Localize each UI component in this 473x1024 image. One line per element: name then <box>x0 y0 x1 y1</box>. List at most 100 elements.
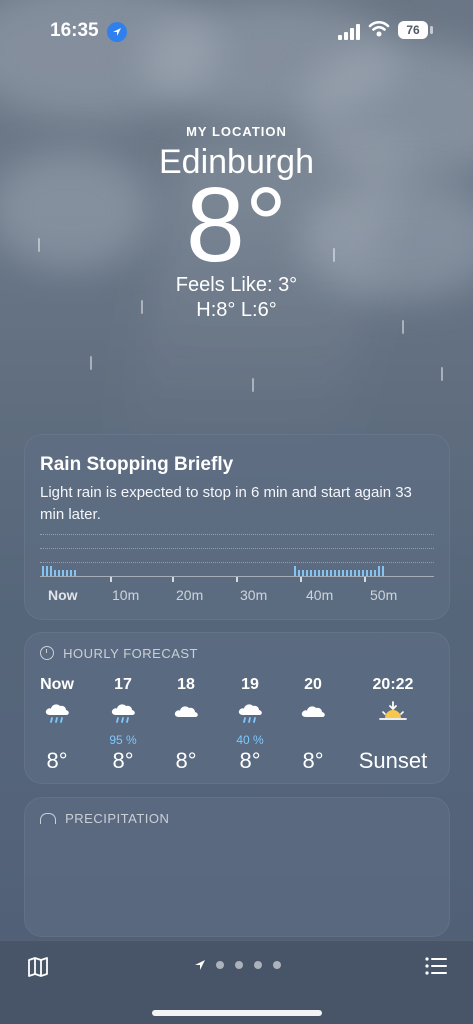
cloud-rain-graphic <box>45 704 69 723</box>
rain-bar <box>314 570 316 576</box>
chart-x-label: 20m <box>176 587 204 603</box>
sunset-graphic <box>379 701 407 720</box>
hourly-forecast-card[interactable]: HOURLY FORECAST Now 8° 17 95 % 8° 18 8° … <box>24 632 450 784</box>
chart-x-label: 10m <box>112 587 140 603</box>
wifi-icon <box>368 20 390 37</box>
rain-bar <box>310 570 312 576</box>
rain-bar <box>342 570 344 576</box>
rain-bar <box>298 570 300 576</box>
chart-grid-line <box>40 562 434 563</box>
location-label: MY LOCATION <box>186 124 287 139</box>
hourly-temperature: 8° <box>302 748 324 773</box>
precip-probability <box>158 734 214 746</box>
rain-bar <box>362 570 364 576</box>
hourly-time: 17 <box>114 676 132 693</box>
battery-indicator: 76 <box>398 21 428 39</box>
rain-bar <box>302 570 304 576</box>
precipitation-heading: PRECIPITATION <box>40 811 169 826</box>
cloud-graphic <box>174 706 198 717</box>
map-icon[interactable] <box>26 955 50 979</box>
rain-bar <box>306 570 308 576</box>
rain-bar <box>378 566 380 576</box>
precipitation-card[interactable]: PRECIPITATION <box>24 797 450 937</box>
hourly-forecast-heading: HOURLY FORECAST <box>40 646 198 661</box>
page-dot <box>254 961 262 969</box>
location-arrow-glyph <box>113 28 121 36</box>
high-low-temperature: H:8° L:6° <box>196 299 277 321</box>
precip-probability: 40 % <box>236 733 264 747</box>
rain-bar <box>54 570 56 576</box>
hourly-item: 18 8° <box>158 676 214 774</box>
list-icon[interactable] <box>424 955 448 977</box>
rain-bar <box>354 570 356 576</box>
precipitation-heading-text: PRECIPITATION <box>65 811 170 826</box>
chart-x-label: 30m <box>240 587 268 603</box>
hourly-time: 18 <box>177 676 195 693</box>
battery-tip <box>430 26 433 34</box>
rain-bar <box>382 566 384 576</box>
location-arrow-icon <box>107 22 127 42</box>
hourly-time: 20 <box>304 676 322 693</box>
page-dot <box>235 961 243 969</box>
rain-bar <box>330 570 332 576</box>
chart-tick <box>364 577 366 582</box>
clock-icon <box>40 646 54 660</box>
rain-drop <box>90 356 92 370</box>
feels-like: Feels Like: 3° <box>175 274 298 296</box>
hourly-heading-text: HOURLY FORECAST <box>63 646 198 661</box>
rain-bar <box>358 570 360 576</box>
rain-bar <box>46 566 48 576</box>
status-bar: 16:35 76 <box>0 0 473 60</box>
sunset-label: Sunset <box>358 748 428 773</box>
hourly-time: Now <box>40 676 74 693</box>
cloud-icon <box>285 700 341 734</box>
hourly-item: 19 40 % 8° <box>222 676 278 774</box>
precip-probability: 95 % <box>109 733 137 747</box>
rain-bar <box>66 570 68 576</box>
chart-tick <box>236 577 238 582</box>
rain-bar <box>70 570 72 576</box>
rain-forecast-card[interactable]: Rain Stopping Briefly Light rain is expe… <box>24 434 450 620</box>
sunset-icon <box>356 700 430 734</box>
rain-bar <box>42 566 44 576</box>
current-temperature: 8° <box>185 166 288 284</box>
precip-probability <box>356 734 430 746</box>
home-indicator[interactable] <box>152 1010 322 1016</box>
chart-x-label: 50m <box>370 587 398 603</box>
chart-tick <box>172 577 174 582</box>
cloud-icon <box>158 700 214 734</box>
hourly-item: 17 95 % 8° <box>95 676 151 774</box>
rain-bar <box>374 570 376 576</box>
precip-probability <box>285 734 341 746</box>
chart-x-label: Now <box>48 587 78 603</box>
rain-bar <box>322 570 324 576</box>
hourly-item: Now 8° <box>29 676 85 774</box>
rain-drop <box>441 367 443 381</box>
precip-probability <box>29 734 85 746</box>
location-page-icon <box>195 960 205 970</box>
cloud-graphic <box>301 706 325 717</box>
hourly-temperature: 8° <box>175 748 197 773</box>
cloud-rain-icon <box>29 700 85 734</box>
chart-grid-line <box>40 548 434 549</box>
umbrella-icon <box>40 813 56 824</box>
cloud-rain-icon <box>95 700 151 734</box>
rain-card-description: Light rain is expected to stop in 6 min … <box>40 484 412 523</box>
weather-screen: 16:35 76 MY LOCATION Edinburgh 8° Feels … <box>0 0 473 1024</box>
rain-bar <box>366 570 368 576</box>
location-header: MY LOCATION Edinburgh 8° Feels Like: 3° … <box>0 124 473 322</box>
status-time: 16:35 <box>50 20 99 41</box>
rain-bar <box>334 570 336 576</box>
rain-drop <box>252 378 254 392</box>
rain-card-title: Rain Stopping Briefly <box>40 454 234 475</box>
hourly-time: 19 <box>241 676 259 693</box>
chart-x-label: 40m <box>306 587 334 603</box>
rain-bar <box>346 570 348 576</box>
page-indicator[interactable] <box>194 959 286 971</box>
rain-bar <box>74 570 76 576</box>
bottom-toolbar <box>0 940 473 1024</box>
cellular-signal-icon <box>338 24 360 40</box>
hourly-temperature: 8° <box>46 748 68 773</box>
hourly-item: 20:22 Sunset <box>356 676 430 774</box>
rain-bar <box>62 570 64 576</box>
